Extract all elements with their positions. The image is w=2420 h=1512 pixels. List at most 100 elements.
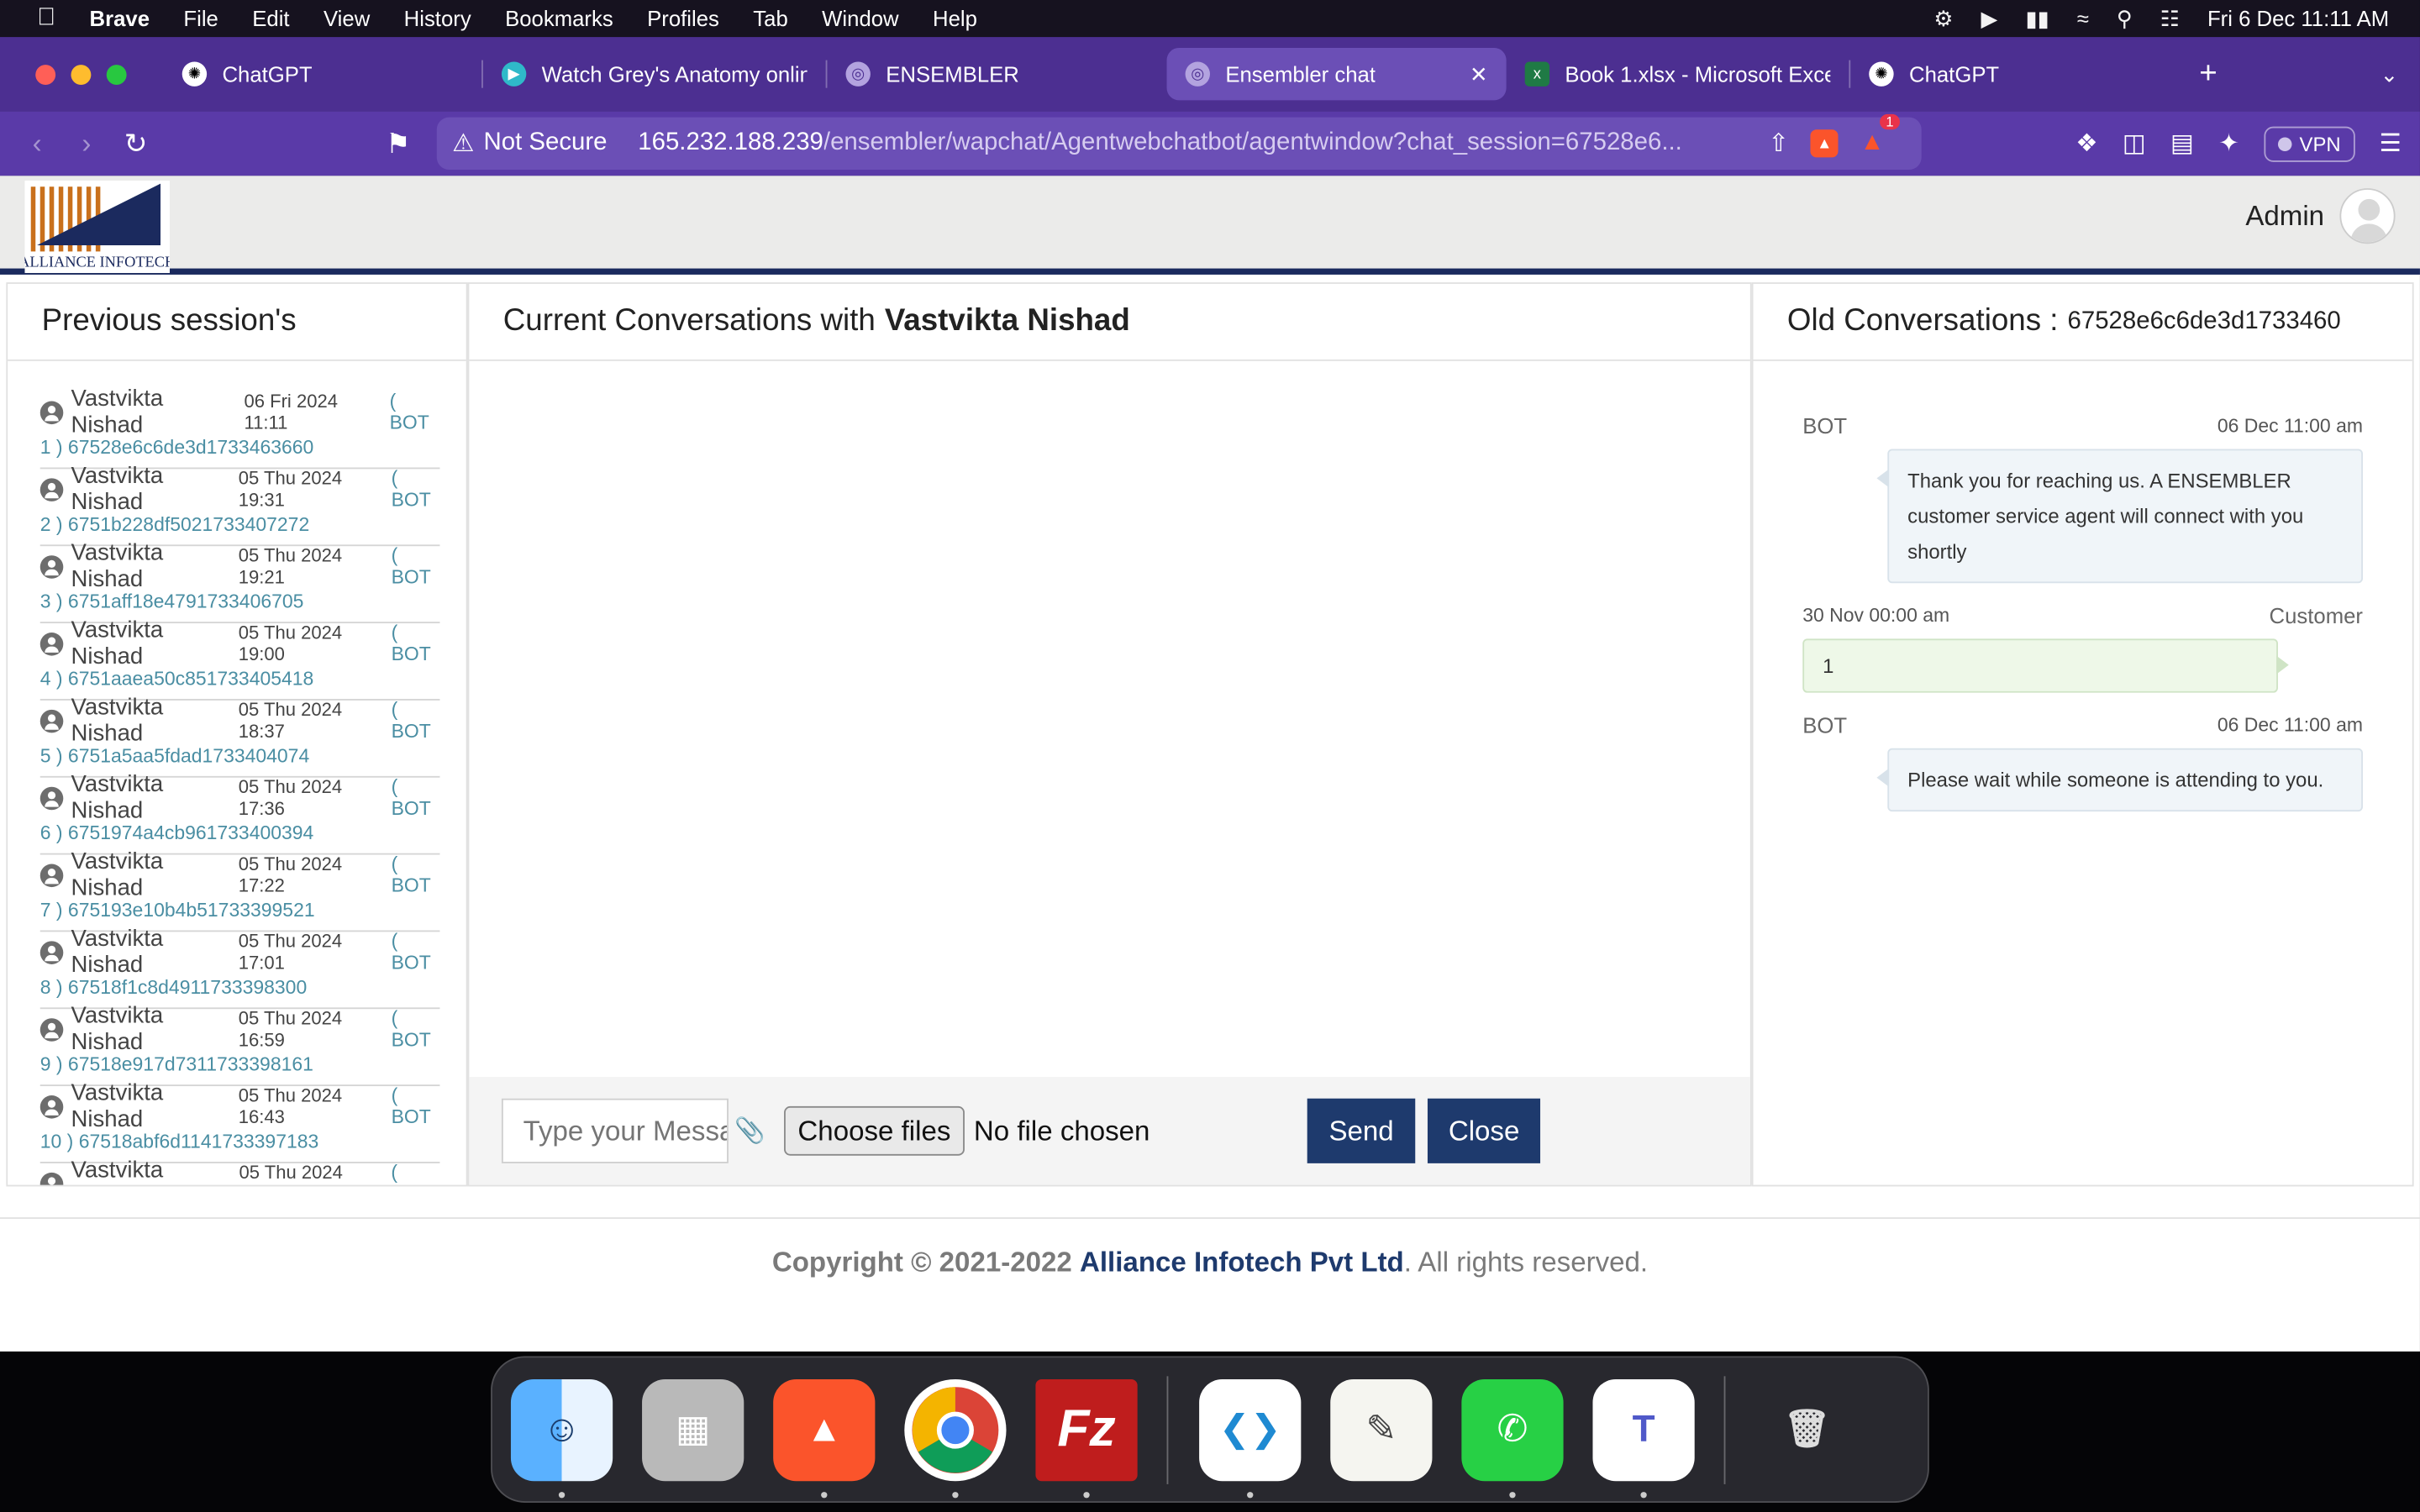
tab-list-chevron-down-icon[interactable]: ⌄: [2381, 61, 2399, 87]
session-line: Vastvikta Nishad 05 Thu 2024 17:01( BOT: [39, 926, 440, 978]
not-secure-label[interactable]: Not Secure: [484, 129, 608, 157]
window-zoom-button[interactable]: [106, 64, 127, 85]
brave-icon[interactable]: ▲: [773, 1378, 876, 1498]
send-button[interactable]: Send: [1307, 1098, 1416, 1163]
play-status-icon[interactable]: ▶: [1981, 5, 1997, 31]
apple-icon[interactable]: : [31, 5, 62, 33]
battery-icon[interactable]: ▮▮: [2025, 5, 2049, 31]
textedit-icon[interactable]: ✎: [1330, 1378, 1433, 1481]
whatsapp-icon[interactable]: ✆: [1461, 1378, 1564, 1498]
chrome-icon[interactable]: [904, 1378, 1007, 1498]
window-minimize-button[interactable]: [71, 64, 92, 85]
share-icon[interactable]: ⇧: [1768, 128, 1789, 159]
tab-ensembler[interactable]: ◎ ENSEMBLER: [827, 48, 1166, 100]
vpn-button[interactable]: VPN: [2264, 125, 2355, 161]
admin-menu[interactable]: Admin: [2245, 188, 2396, 244]
finder-icon[interactable]: ☺: [510, 1378, 613, 1498]
session-id-link[interactable]: 9 ) 67518e917d7311733398161: [40, 1047, 440, 1081]
brave-rewards-icon[interactable]: ▲ 1: [1860, 113, 1900, 157]
session-list-item[interactable]: Vastvikta Nishad 05 Thu 2024 17:36( BOT 6 …: [39, 771, 440, 855]
new-tab-icon[interactable]: +: [2199, 56, 2217, 92]
session-list-item[interactable]: Vastvikta Nishad 05 Thu 2024 19:21( BOT 3 …: [39, 540, 440, 624]
menu-help[interactable]: Help: [933, 6, 977, 30]
session-bot-link[interactable]: ( BOT: [392, 853, 440, 896]
session-bot-link[interactable]: ( BOT: [392, 931, 440, 974]
session-id-link[interactable]: 2 ) 6751b228df5021733407272: [40, 507, 440, 541]
menubar-clock[interactable]: Fri 6 Dec 11:11 AM: [2207, 6, 2389, 30]
menu-history[interactable]: History: [404, 6, 471, 30]
menu-window[interactable]: Window: [822, 6, 898, 30]
extensions-puzzle-icon[interactable]: ❖: [2075, 128, 2097, 159]
message-input[interactable]: [501, 1098, 729, 1163]
hamburger-menu-icon[interactable]: ☰: [2380, 128, 2402, 159]
paperclip-icon[interactable]: 📎: [734, 1116, 765, 1147]
teams-icon[interactable]: T: [1592, 1378, 1695, 1498]
tab-greys-anatomy[interactable]: ▶ Watch Grey's Anatomy onlin: [483, 48, 826, 100]
session-list-item[interactable]: Vastvikta Nishad05 Thu 2024 16:11( BOT11…: [39, 1158, 440, 1185]
tab-chatgpt-2[interactable]: ✺ ChatGPT: [1850, 48, 2175, 100]
tab-book1-excel[interactable]: x Book 1.xlsx - Microsoft Exce: [1507, 48, 1849, 100]
menu-bookmarks[interactable]: Bookmarks: [505, 6, 613, 30]
session-bot-link[interactable]: ( BOT: [392, 1007, 440, 1050]
vscode-icon[interactable]: ❮❯: [1199, 1378, 1302, 1498]
session-bot-link[interactable]: ( BOT: [391, 1162, 439, 1185]
sidebar-icon[interactable]: ◫: [2123, 128, 2146, 159]
session-list-item[interactable]: Vastvikta Nishad 05 Thu 2024 17:22( BOT 7 …: [39, 848, 440, 932]
session-bot-link[interactable]: ( BOT: [392, 544, 440, 587]
launchpad-icon[interactable]: ▦: [642, 1378, 744, 1481]
tab-close-icon[interactable]: ✕: [1455, 61, 1488, 87]
menu-app-name[interactable]: Brave: [90, 6, 150, 30]
menu-tab[interactable]: Tab: [753, 6, 787, 30]
company-link[interactable]: Alliance Infotech Pvt Ltd: [1080, 1247, 1404, 1278]
session-list-item[interactable]: Vastvikta Nishad 05 Thu 2024 19:31( BOT 2 …: [39, 463, 440, 547]
back-arrow-icon[interactable]: ‹: [13, 128, 62, 160]
session-id-link[interactable]: 8 ) 67518f1c8d4911733398300: [40, 970, 440, 1004]
wallet-icon[interactable]: ▤: [2170, 128, 2194, 159]
filezilla-icon[interactable]: Fz: [1035, 1378, 1138, 1498]
session-bot-link[interactable]: ( BOT: [390, 391, 440, 433]
leo-ai-sparkle-icon[interactable]: ✦: [2218, 128, 2239, 159]
session-list-item[interactable]: Vastvikta Nishad 05 Thu 2024 16:43( BOT 10…: [39, 1080, 440, 1163]
control-center-icon[interactable]: ☷: [2160, 5, 2180, 31]
session-id-link[interactable]: 1 ) 67528e6c6de3d1733463660: [40, 430, 440, 464]
menu-edit[interactable]: Edit: [252, 6, 289, 30]
warning-triangle-icon[interactable]: ⚠: [452, 128, 474, 159]
tab-label: ChatGPT: [1908, 61, 2000, 87]
session-bot-link[interactable]: ( BOT: [392, 776, 440, 819]
spotlight-search-icon[interactable]: ⚲: [2117, 5, 2133, 31]
reload-icon[interactable]: ↻: [111, 128, 160, 160]
session-id-link[interactable]: 6 ) 6751974a4cb961733400394: [40, 816, 440, 850]
avatar[interactable]: [2339, 188, 2396, 244]
session-bot-link[interactable]: ( BOT: [392, 1084, 440, 1127]
menu-view[interactable]: View: [324, 6, 370, 30]
wifi-icon[interactable]: ≈: [2077, 6, 2089, 30]
address-bar[interactable]: ⚠ Not Secure 165.232.188.239 /ensembler/…: [436, 113, 1922, 171]
window-close-button[interactable]: [35, 64, 56, 85]
tab-chatgpt-1[interactable]: ✺ ChatGPT: [164, 48, 481, 100]
trash-icon[interactable]: 🗑: [1756, 1378, 1858, 1480]
forward-arrow-icon[interactable]: ›: [61, 128, 111, 160]
session-bot-link[interactable]: ( BOT: [392, 468, 440, 511]
close-button[interactable]: Close: [1428, 1098, 1541, 1163]
bookmark-icon[interactable]: ⚑: [373, 128, 423, 160]
session-list-item[interactable]: Vastvikta Nishad 05 Thu 2024 17:01( BOT 8 …: [39, 926, 440, 1010]
session-id-link[interactable]: 4 ) 6751aaea50c851733405418: [40, 662, 440, 696]
session-list-item[interactable]: Vastvikta Nishad 06 Fri 2024 11:11( BOT 1 …: [39, 386, 440, 470]
menu-profiles[interactable]: Profiles: [647, 6, 719, 30]
brave-shields-icon[interactable]: ▲: [1810, 129, 1839, 158]
menu-file[interactable]: File: [183, 6, 218, 30]
session-list-item[interactable]: Vastvikta Nishad 05 Thu 2024 18:37( BOT 5 …: [39, 695, 440, 778]
choose-files-button[interactable]: Choose files: [783, 1105, 965, 1156]
session-id-link[interactable]: 5 ) 6751a5aa5fdad1733404074: [40, 739, 440, 773]
session-id-link[interactable]: 3 ) 6751aff18e4791733406705: [40, 585, 440, 618]
tab-ensembler-chat[interactable]: ◎ Ensembler chat ✕: [1166, 47, 1507, 101]
session-bot-link[interactable]: ( BOT: [392, 622, 440, 664]
session-id-link[interactable]: 7 ) 675193e10b4b51733399521: [40, 893, 440, 927]
status-app-icon[interactable]: ⚙: [1933, 5, 1953, 31]
session-line: Vastvikta Nishad 05 Thu 2024 16:59( BOT: [39, 1003, 440, 1055]
session-contact-name[interactable]: Vastvikta Nishad: [71, 1158, 233, 1185]
session-bot-link[interactable]: ( BOT: [392, 699, 440, 742]
session-id-link[interactable]: 10 ) 67518abf6d1141733397183: [40, 1125, 440, 1158]
session-list-item[interactable]: Vastvikta Nishad 05 Thu 2024 19:00( BOT 4 …: [39, 617, 440, 701]
session-list-item[interactable]: Vastvikta Nishad 05 Thu 2024 16:59( BOT 9 …: [39, 1003, 440, 1087]
